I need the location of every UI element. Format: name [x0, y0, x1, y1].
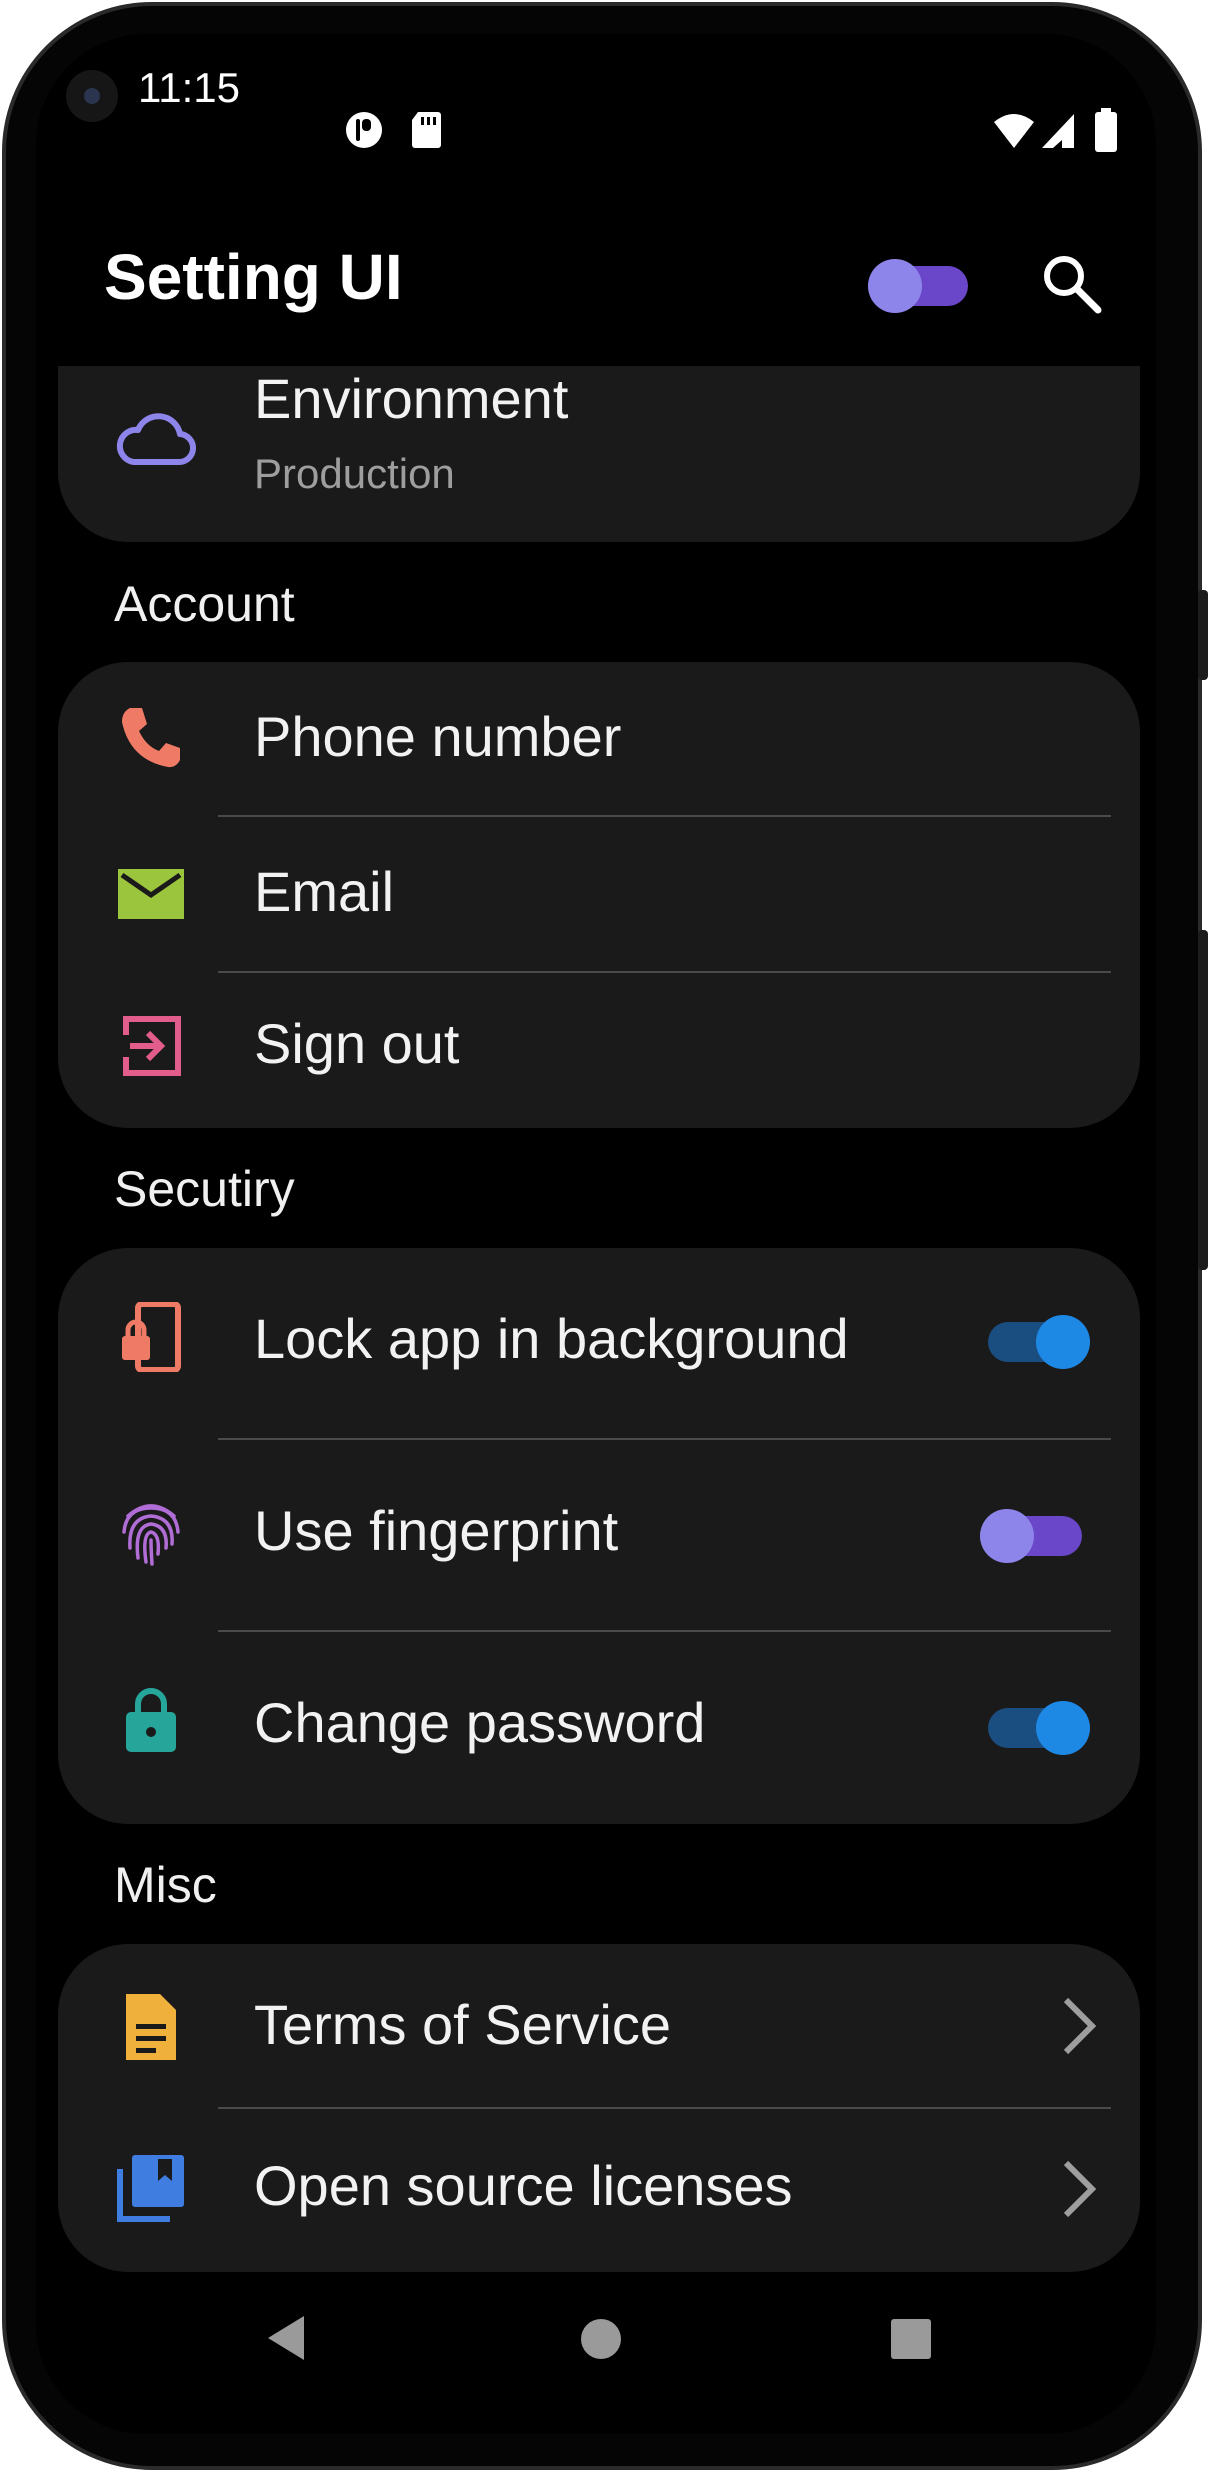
environment-title: Environment	[254, 367, 569, 430]
mail-icon	[118, 869, 184, 919]
recents-icon[interactable]	[890, 2318, 932, 2360]
lock-app-label: Lock app in background	[254, 1307, 849, 1370]
section-title-account: Account	[114, 576, 295, 632]
signal-icon	[1042, 114, 1074, 148]
sd-card-icon	[412, 112, 441, 148]
section-title-security: Secutiry	[114, 1161, 295, 1217]
phone-number-row[interactable]: Phone number	[58, 662, 1140, 817]
home-icon[interactable]	[580, 2318, 622, 2360]
change-password-row[interactable]: Change password	[58, 1632, 1140, 1824]
theme-toggle[interactable]	[868, 256, 968, 316]
section-title-misc: Misc	[114, 1857, 217, 1913]
chevron-right-icon	[1063, 2160, 1097, 2218]
lock-app-toggle[interactable]	[988, 1312, 1090, 1372]
fingerprint-icon	[122, 1504, 180, 1566]
email-row[interactable]: Email	[58, 817, 1140, 973]
misc-card: Terms of Service Open source licenses	[58, 1944, 1140, 2272]
library-books-icon	[117, 2155, 184, 2222]
environment-card[interactable]: Environment Production	[58, 366, 1140, 542]
search-icon[interactable]	[1038, 250, 1104, 316]
fingerprint-toggle[interactable]	[980, 1506, 1082, 1566]
sign-out-row[interactable]: Sign out	[58, 973, 1140, 1128]
power-button	[1198, 590, 1208, 680]
environment-value: Production	[254, 450, 455, 497]
status-time: 11:15	[138, 64, 240, 111]
phone-number-label: Phone number	[254, 705, 622, 768]
lock-icon	[126, 1688, 176, 1752]
terms-row[interactable]: Terms of Service	[58, 1944, 1140, 2107]
licenses-label: Open source licenses	[254, 2154, 793, 2217]
document-icon	[126, 1994, 176, 2060]
sign-out-label: Sign out	[254, 1012, 460, 1075]
account-card: Phone number Email Sign out	[58, 662, 1140, 1128]
battery-icon	[1095, 108, 1117, 152]
sign-out-icon	[123, 1016, 181, 1076]
chevron-right-icon	[1063, 1997, 1097, 2055]
cloud-icon	[116, 413, 197, 466]
fingerprint-label: Use fingerprint	[254, 1499, 619, 1562]
back-icon[interactable]	[264, 2314, 308, 2362]
page-title: Setting UI	[104, 241, 403, 313]
front-camera	[66, 70, 118, 122]
email-label: Email	[254, 860, 395, 923]
phone-lock-icon	[122, 1302, 181, 1372]
phone-icon	[122, 708, 180, 768]
volume-button	[1198, 930, 1208, 1270]
change-password-toggle[interactable]	[988, 1698, 1090, 1758]
fingerprint-row[interactable]: Use fingerprint	[58, 1440, 1140, 1632]
terms-label: Terms of Service	[254, 1993, 671, 2056]
change-password-label: Change password	[254, 1691, 706, 1754]
security-card: Lock app in background Use fingerprint C…	[58, 1248, 1140, 1824]
licenses-row[interactable]: Open source licenses	[58, 2109, 1140, 2272]
lock-app-row[interactable]: Lock app in background	[58, 1248, 1140, 1438]
notification-icon	[346, 112, 382, 148]
wifi-icon	[994, 114, 1034, 148]
